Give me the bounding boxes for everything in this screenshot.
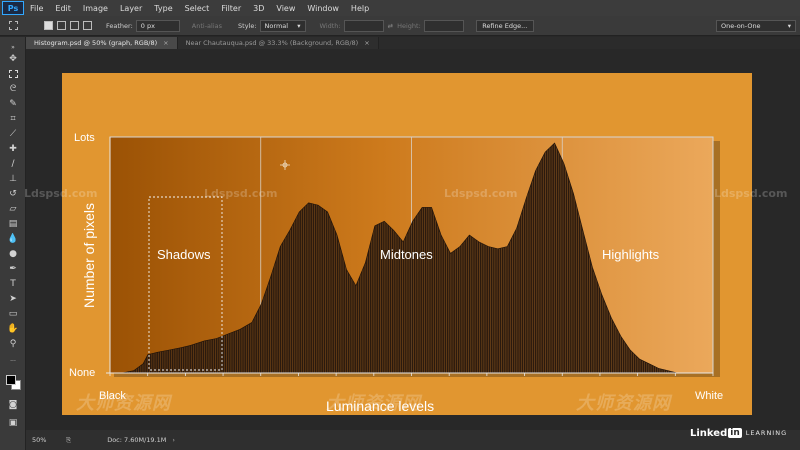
menu-layer[interactable]: Layer [120, 4, 142, 13]
marquee-tool-preset[interactable] [0, 21, 26, 30]
add-selection-icon[interactable] [57, 21, 66, 30]
height-input[interactable] [423, 19, 464, 32]
clone-stamp-icon[interactable]: ⊥ [6, 173, 20, 185]
watermark-site: Ldspsd.com [714, 187, 788, 200]
menu-view[interactable]: View [276, 4, 295, 13]
export-icon[interactable]: ⎘ [66, 436, 71, 445]
region-label-midtones: Midtones [380, 247, 433, 262]
style-select[interactable]: Normal ▾ [259, 19, 306, 32]
history-brush-icon[interactable]: ↺ [6, 188, 20, 200]
document-size: Doc: 7.60M/19.1M [107, 436, 167, 444]
quick-selection-icon[interactable]: ✎ [6, 98, 20, 110]
close-icon[interactable]: × [163, 39, 168, 47]
watermark-site: Ldspsd.com [24, 187, 98, 200]
y-axis-label: Number of pixels [81, 203, 97, 308]
chevron-down-icon: ▾ [787, 21, 791, 30]
watermark-cjk: 大师资源网 [326, 393, 421, 414]
gradient-icon[interactable]: ▤ [6, 218, 20, 230]
blur-icon[interactable]: 💧 [6, 233, 20, 245]
refine-edge-button[interactable]: Refine Edge... [475, 19, 534, 32]
color-swatches[interactable] [5, 373, 23, 393]
new-selection-icon[interactable] [44, 21, 53, 30]
eraser-icon[interactable]: ▱ [6, 203, 20, 215]
brand-linked: Linked [690, 427, 728, 439]
photoshop-logo[interactable]: Ps [2, 1, 24, 15]
selection-mode-group [44, 21, 96, 30]
zoom-level[interactable]: 50% [26, 436, 66, 444]
tab-histogram[interactable]: Histogram.psd @ 50% (graph, RGB/8) × [26, 37, 178, 49]
brush-icon[interactable]: ∕ [6, 158, 20, 170]
more-tools-icon[interactable]: ··· [6, 355, 20, 367]
type-tool-icon[interactable]: T [6, 278, 20, 290]
chevron-down-icon: ▾ [297, 21, 301, 30]
y-tick-label-lots: Lots [74, 132, 95, 144]
foreground-color-swatch[interactable] [6, 375, 16, 385]
tools-panel: » ✥ ᘓ ✎ ⌗ ⟋ ✚ ∕ ⊥ ↺ ▱ ▤ 💧 ● ✒ T ➤ ▭ ✋ ⚲ … [0, 37, 26, 450]
quick-mask-icon[interactable]: ◙ [6, 399, 20, 411]
feather-label: Feather: [106, 21, 133, 30]
antialias-checkbox[interactable]: Anti-alias [192, 22, 222, 30]
chevron-right-icon[interactable]: › [172, 436, 175, 444]
canvas-area[interactable]: Lots None Black White Luminance levels N… [24, 49, 800, 430]
menu-edit[interactable]: Edit [55, 4, 71, 13]
crop-icon[interactable]: ⌗ [6, 113, 20, 125]
menu-type[interactable]: Type [154, 4, 172, 13]
eyedropper-icon[interactable]: ⟋ [6, 128, 20, 140]
brand-in: in [728, 428, 742, 438]
status-bar: 50% ⎘ Doc: 7.60M/19.1M › [26, 430, 800, 450]
dodge-icon[interactable]: ● [6, 248, 20, 260]
linkedin-learning-logo: Linked in LEARNING [690, 426, 787, 440]
options-bar: Feather: 0 px Anti-alias Style: Normal ▾… [0, 16, 800, 36]
region-label-highlights: Highlights [602, 247, 660, 262]
menu-image[interactable]: Image [83, 4, 108, 13]
marquee-preset-icon [8, 21, 18, 30]
move-tool-icon[interactable]: ✥ [6, 53, 20, 65]
height-label: Height: [397, 21, 421, 30]
region-label-shadows: Shadows [157, 247, 211, 262]
y-tick-label-none: None [69, 367, 95, 379]
intersect-selection-icon[interactable] [83, 21, 92, 30]
close-icon[interactable]: × [364, 39, 369, 47]
collapse-icon[interactable]: » [6, 41, 20, 53]
subtract-selection-icon[interactable] [70, 21, 79, 30]
pen-icon[interactable]: ✒ [6, 263, 20, 275]
screen-mode-icon[interactable]: ▣ [6, 417, 20, 429]
hand-icon[interactable]: ✋ [6, 323, 20, 335]
rectangle-shape-icon[interactable]: ▭ [6, 308, 20, 320]
zoom-icon[interactable]: ⚲ [6, 338, 20, 350]
lasso-icon[interactable]: ᘓ [6, 83, 20, 95]
style-label: Style: [238, 21, 257, 30]
watermark-cjk: 大师资源网 [576, 393, 671, 414]
swap-dimensions-icon[interactable]: ⇄ [388, 22, 393, 30]
width-input[interactable] [343, 19, 384, 32]
watermark-cjk: 大师资源网 [76, 393, 171, 414]
menu-bar: Ps File Edit Image Layer Type Select Fil… [0, 0, 800, 16]
x-tick-label-white: White [695, 390, 723, 402]
brand-learning: LEARNING [745, 429, 788, 437]
menu-select[interactable]: Select [185, 4, 210, 13]
document-tab-bar: Histogram.psd @ 50% (graph, RGB/8) × Nea… [26, 37, 800, 49]
menu-help[interactable]: Help [351, 4, 369, 13]
feather-input[interactable]: 0 px [135, 19, 180, 32]
style-value: Normal [264, 21, 289, 30]
watermark-site: Ldspsd.com [444, 187, 518, 200]
menu-window[interactable]: Window [307, 4, 339, 13]
menu-filter[interactable]: Filter [221, 4, 241, 13]
menu-file[interactable]: File [30, 4, 43, 13]
tab-label: Near Chautauqua.psd @ 33.3% (Background,… [185, 39, 359, 47]
watermark-site: Ldspsd.com [204, 187, 278, 200]
healing-brush-icon[interactable]: ✚ [6, 143, 20, 155]
menu-3d[interactable]: 3D [253, 4, 264, 13]
workspace-select[interactable]: One-on-One ▾ [716, 19, 796, 32]
width-label: Width: [319, 21, 341, 30]
path-selection-icon[interactable]: ➤ [6, 293, 20, 305]
tab-near-chautauqua[interactable]: Near Chautauqua.psd @ 33.3% (Background,… [177, 37, 379, 49]
tab-label: Histogram.psd @ 50% (graph, RGB/8) [34, 39, 158, 47]
rectangular-marquee-icon[interactable] [6, 68, 20, 80]
document-canvas[interactable]: Lots None Black White Luminance levels N… [62, 73, 752, 415]
histogram-chart: Lots None Black White Luminance levels N… [69, 132, 723, 414]
workspace-value: One-on-One [721, 21, 761, 30]
